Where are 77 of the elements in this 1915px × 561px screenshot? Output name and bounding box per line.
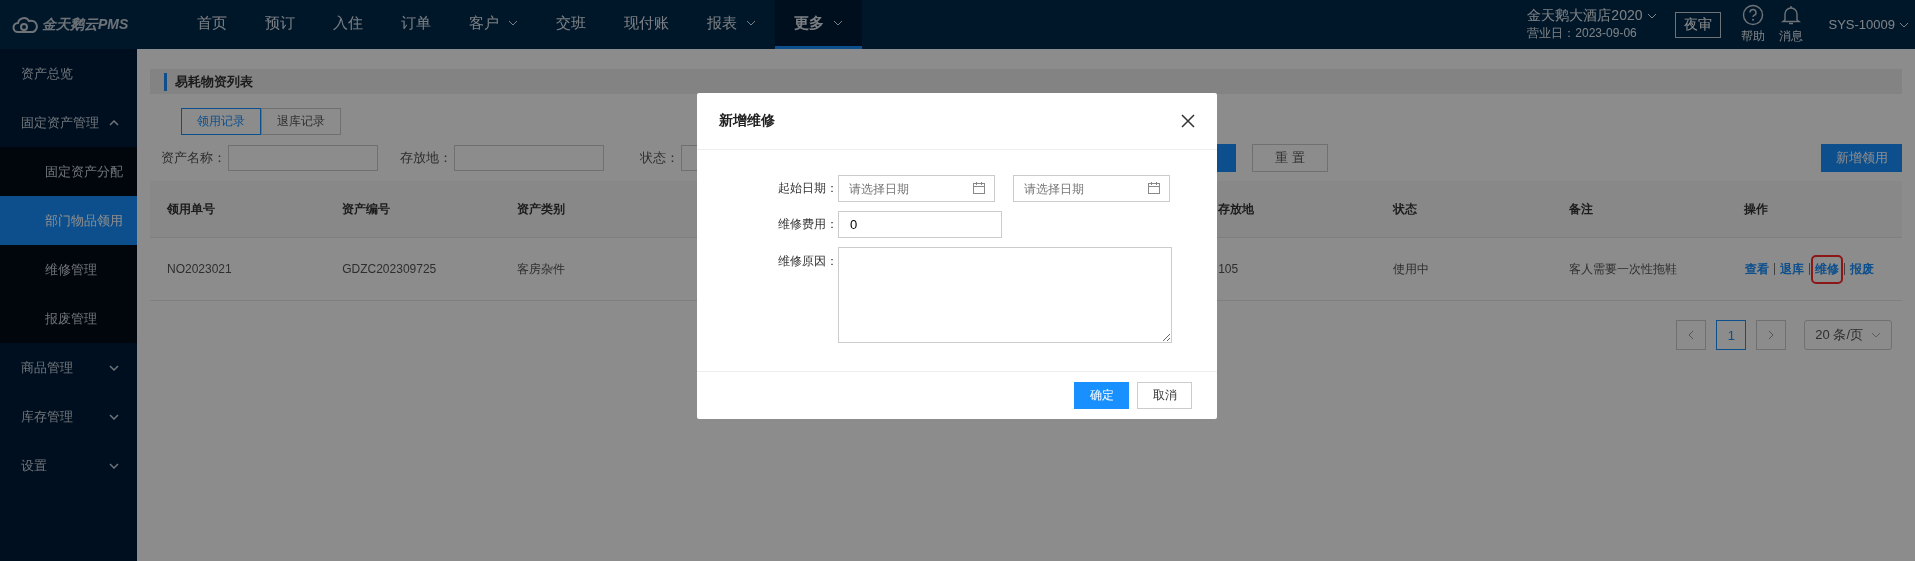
- sidebar-item[interactable]: 库存管理: [0, 392, 137, 441]
- calendar-icon: [973, 182, 985, 194]
- nav-item[interactable]: 客户: [450, 0, 537, 49]
- dialog-title: 新增维修: [719, 112, 775, 130]
- nav-item[interactable]: 更多: [775, 0, 862, 49]
- table-cell-text: GDZC202309725: [341, 262, 438, 276]
- action-link[interactable]: 查看: [1742, 256, 1771, 282]
- bell-icon[interactable]: [1779, 4, 1802, 26]
- field-label: 维修原因：: [777, 253, 838, 270]
- sidebar-subitem[interactable]: 报废管理: [0, 294, 137, 343]
- app-logo: 金天鹅云PMS: [42, 15, 129, 34]
- user-name[interactable]: SYS-10009: [1828, 17, 1895, 32]
- date-field[interactable]: 请选择日期: [838, 175, 995, 202]
- date-field[interactable]: 请选择日期: [1013, 175, 1170, 202]
- cost-input[interactable]: 0: [838, 211, 1002, 238]
- table-cell-text: 客人需要一次性拖鞋: [1567, 260, 1678, 278]
- sidebar-subitem[interactable]: 固定资产分配: [0, 147, 137, 196]
- chevron-down-icon: [1899, 21, 1909, 28]
- previous-page-button[interactable]: [1676, 320, 1707, 350]
- business-day: 营业日：2023-09-06: [1527, 25, 1657, 42]
- column-header: 领用单号: [165, 200, 216, 218]
- table-cell-text: 使用中: [1392, 260, 1431, 278]
- calendar-icon: [1148, 182, 1160, 194]
- sidebar-item[interactable]: 固定资产管理: [0, 98, 137, 147]
- sidebar-subitem[interactable]: 部门物品领用: [0, 196, 137, 245]
- column-header: 资产类别: [516, 200, 567, 218]
- nav-item[interactable]: 预订: [246, 0, 314, 49]
- nav-item[interactable]: 报表: [688, 0, 775, 49]
- cancel-button[interactable]: 取消: [1137, 382, 1192, 409]
- filter-input[interactable]: [228, 145, 378, 171]
- action-link[interactable]: 退库: [1777, 256, 1806, 282]
- chevron-down-icon: [1871, 332, 1881, 338]
- night-audit-button[interactable]: 夜审: [1674, 11, 1721, 38]
- table-cell-text: 105: [1217, 262, 1240, 276]
- page-button[interactable]: 1: [1716, 320, 1747, 350]
- hotel-name[interactable]: 金天鹅大酒店2020: [1527, 7, 1643, 25]
- sidebar-subitem[interactable]: 维修管理: [0, 245, 137, 294]
- nav-item[interactable]: 现付账: [605, 0, 688, 49]
- sidebar-item[interactable]: 商品管理: [0, 343, 137, 392]
- column-header: 存放地: [1217, 200, 1256, 218]
- help-icon[interactable]: [1741, 4, 1764, 26]
- card-title: 易耗物资列表: [175, 72, 253, 91]
- filter-input[interactable]: [454, 145, 604, 171]
- sidebar-item[interactable]: 设置: [0, 441, 137, 490]
- filter-label: 资产名称：: [161, 149, 226, 167]
- field-label: 起始日期：: [777, 180, 838, 197]
- add-button[interactable]: 新增领用: [1821, 144, 1902, 172]
- cloud-logo-icon: [12, 15, 38, 34]
- column-header: 资产编号: [341, 200, 392, 218]
- reason-textarea[interactable]: [838, 247, 1172, 343]
- table-cell-text: NO2023021: [166, 262, 233, 276]
- table-cell-text: 客房杂件: [516, 260, 567, 278]
- nav-item[interactable]: 入住: [314, 0, 382, 49]
- next-page-button[interactable]: [1756, 320, 1787, 350]
- tab[interactable]: 领用记录: [181, 108, 261, 135]
- action-link[interactable]: 报废: [1847, 256, 1876, 282]
- chevron-down-icon: [1646, 13, 1657, 19]
- tab[interactable]: 退库记录: [261, 108, 341, 135]
- sidebar-item[interactable]: 资产总览: [0, 49, 137, 98]
- nav-item[interactable]: 订单: [382, 0, 450, 49]
- column-header: 备注: [1567, 200, 1594, 218]
- messages-label[interactable]: 消息: [1778, 28, 1803, 45]
- nav-item[interactable]: 首页: [178, 0, 246, 49]
- field-label: 维修费用：: [777, 216, 838, 233]
- help-label[interactable]: 帮助: [1740, 28, 1765, 45]
- column-header: 操作: [1742, 200, 1769, 218]
- nav-item[interactable]: 交班: [537, 0, 605, 49]
- reset-button[interactable]: 重 置: [1252, 144, 1328, 172]
- confirm-button[interactable]: 确定: [1074, 382, 1129, 409]
- close-icon[interactable]: [1181, 114, 1195, 128]
- page-size-select[interactable]: 20 条/页: [1804, 320, 1892, 350]
- filter-label: 状态：: [640, 149, 679, 167]
- action-link[interactable]: 维修: [1812, 256, 1841, 282]
- chevron-left-icon: [1688, 330, 1695, 340]
- column-header: 状态: [1391, 200, 1419, 218]
- filter-label: 存放地：: [400, 149, 452, 167]
- chevron-right-icon: [1768, 330, 1775, 340]
